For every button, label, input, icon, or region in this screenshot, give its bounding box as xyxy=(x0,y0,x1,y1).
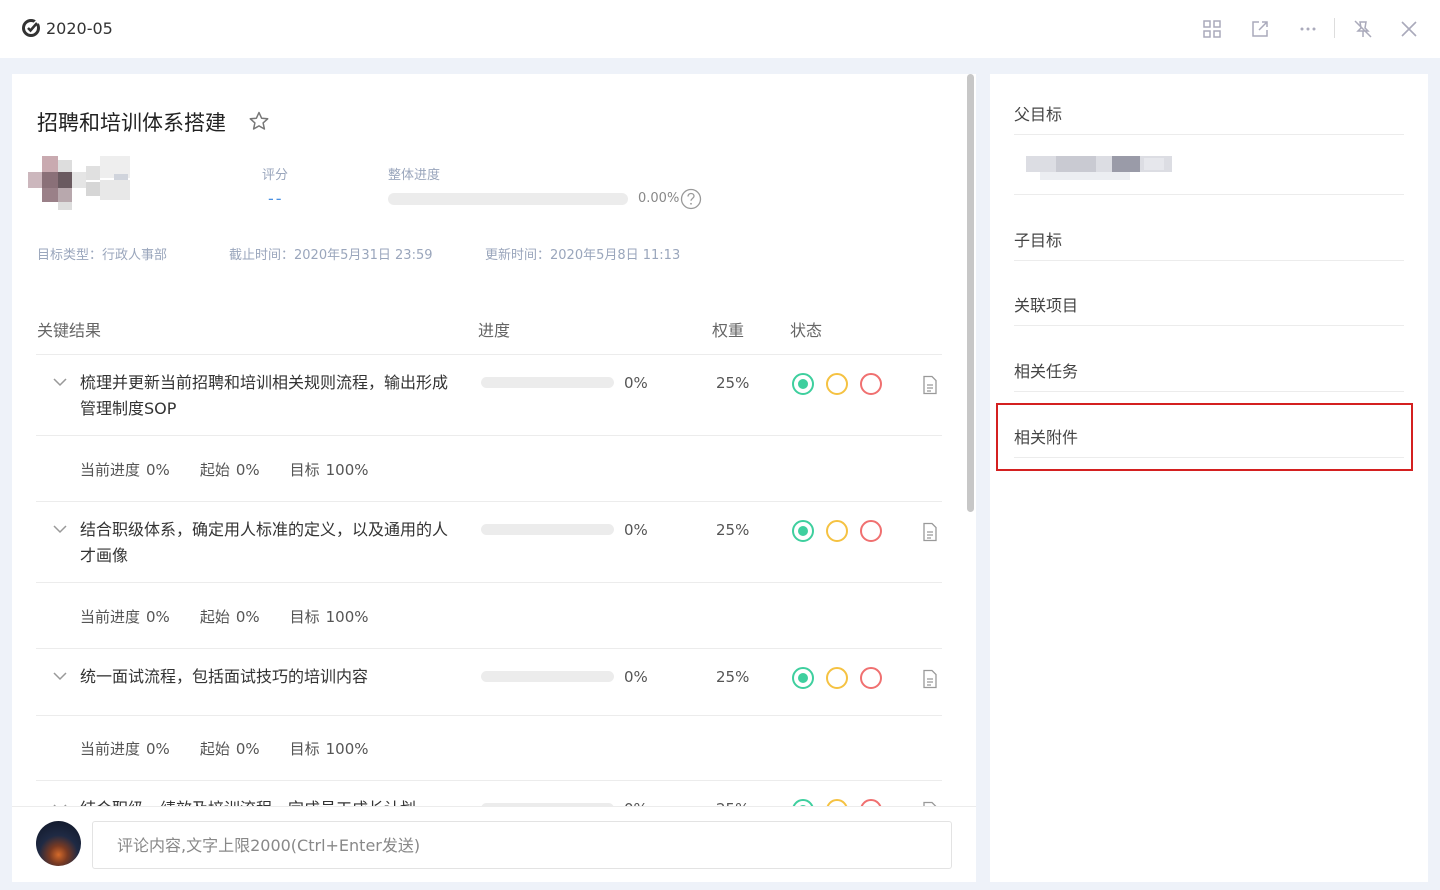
star-icon[interactable] xyxy=(248,110,270,132)
parent-goal-item[interactable] xyxy=(1026,156,1172,182)
current-progress-label: 当前进度 xyxy=(80,608,141,626)
linked-project-label[interactable]: 关联项目 xyxy=(1014,292,1078,316)
kr-header-weight: 权重 xyxy=(712,321,745,340)
help-icon[interactable] xyxy=(680,188,702,210)
divider xyxy=(36,582,942,583)
start-value: 0% xyxy=(235,740,260,758)
current-progress-value: 0% xyxy=(146,740,170,758)
divider xyxy=(1014,325,1404,326)
start-value: 0% xyxy=(235,608,260,626)
status-off-track-radio[interactable] xyxy=(860,667,882,689)
overall-progress-value: 0.00% xyxy=(638,191,680,206)
kr-weight: 25% xyxy=(716,374,750,392)
kr-detail-row: 当前进度 0% 起始 0% 目标 100% xyxy=(80,738,375,759)
divider xyxy=(1014,134,1404,135)
chevron-down-icon[interactable] xyxy=(51,667,69,685)
parent-goal-label[interactable]: 父目标 xyxy=(1014,101,1062,125)
titlebar-divider xyxy=(1334,18,1335,38)
open-external-icon[interactable] xyxy=(1248,17,1272,41)
kr-progress-bar xyxy=(481,671,614,682)
close-icon[interactable] xyxy=(1397,17,1421,41)
kr-header-title: 关键结果 xyxy=(37,321,102,340)
comment-input[interactable] xyxy=(92,821,952,869)
chevron-down-icon[interactable] xyxy=(51,520,69,538)
divider xyxy=(36,715,942,716)
status-at-risk-radio[interactable] xyxy=(826,373,848,395)
related-panel: 父目标 子目标 关联项目 相关任务 相关附件 xyxy=(990,74,1428,882)
goal-updated: 更新时间：2020年5月8日 11:13 xyxy=(485,248,681,263)
score-value: -- xyxy=(268,189,284,208)
kr-progress-bar xyxy=(481,377,614,388)
goal-type: 目标类型：行政人事部 xyxy=(37,248,168,263)
current-progress-value: 0% xyxy=(146,608,170,626)
kr-progress-value: 0% xyxy=(624,521,648,539)
kr-detail-row: 当前进度 0% 起始 0% 目标 100% xyxy=(80,606,375,627)
avatar xyxy=(36,821,81,866)
grid-icon[interactable] xyxy=(1200,17,1224,41)
kr-title[interactable]: 结合职级体系，确定用人标准的定义，以及通用的人才画像 xyxy=(80,517,450,569)
goal-detail-panel: 招聘和培训体系搭建 评分 -- 整体进度 0.00% 目标类型：行政人事部 截止… xyxy=(12,74,976,882)
goal-title: 招聘和培训体系搭建 xyxy=(37,111,226,135)
kr-row: 梳理并更新当前招聘和培训相关规则流程，输出形成管理制度SOP 0% 25% xyxy=(36,355,942,435)
status-on-track-radio[interactable] xyxy=(792,520,814,542)
document-icon[interactable] xyxy=(921,375,939,395)
target-label: 目标 xyxy=(289,608,320,626)
status-at-risk-radio[interactable] xyxy=(826,520,848,542)
kr-detail-row: 当前进度 0% 起始 0% 目标 100% xyxy=(80,459,375,480)
kr-progress-bar xyxy=(481,524,614,535)
divider xyxy=(1014,391,1404,392)
kr-title[interactable]: 统一面试流程，包括面试技巧的培训内容 xyxy=(80,664,450,690)
owner-avatar xyxy=(28,156,144,212)
start-value: 0% xyxy=(235,461,260,479)
divider xyxy=(1014,260,1404,261)
kr-weight: 25% xyxy=(716,521,750,539)
current-progress-label: 当前进度 xyxy=(80,461,141,479)
kr-progress-value: 0% xyxy=(624,374,648,392)
status-on-track-radio[interactable] xyxy=(792,373,814,395)
kr-weight: 25% xyxy=(716,668,750,686)
target-label: 目标 xyxy=(289,461,320,479)
kr-header-status: 状态 xyxy=(790,321,823,340)
sub-goal-label[interactable]: 子目标 xyxy=(1014,227,1062,251)
document-icon[interactable] xyxy=(921,669,939,689)
status-at-risk-radio[interactable] xyxy=(826,667,848,689)
divider xyxy=(1014,194,1404,195)
kr-row: 结合职级体系，确定用人标准的定义，以及通用的人才画像 0% 25% xyxy=(36,502,942,582)
logo-icon xyxy=(22,19,40,37)
scrollbar[interactable] xyxy=(967,74,974,512)
start-label: 起始 xyxy=(199,608,230,626)
current-progress-label: 当前进度 xyxy=(80,740,141,758)
score-label: 评分 xyxy=(262,168,289,183)
kr-progress-value: 0% xyxy=(624,668,648,686)
document-icon[interactable] xyxy=(921,522,939,542)
highlight-box xyxy=(996,403,1413,471)
kr-header-progress: 进度 xyxy=(478,321,511,340)
status-off-track-radio[interactable] xyxy=(860,373,882,395)
more-icon[interactable] xyxy=(1296,17,1320,41)
target-value: 100% xyxy=(325,740,369,758)
goal-deadline: 截止时间：2020年5月31日 23:59 xyxy=(229,248,433,263)
window-title: 2020-05 xyxy=(46,19,113,38)
status-off-track-radio[interactable] xyxy=(860,520,882,542)
unpin-icon[interactable] xyxy=(1351,17,1375,41)
target-value: 100% xyxy=(325,461,369,479)
related-tasks-label[interactable]: 相关任务 xyxy=(1014,358,1078,382)
start-label: 起始 xyxy=(199,740,230,758)
current-progress-value: 0% xyxy=(146,461,170,479)
overall-progress-bar xyxy=(388,193,628,205)
target-label: 目标 xyxy=(289,740,320,758)
status-on-track-radio[interactable] xyxy=(792,667,814,689)
title-bar: 2020-05 xyxy=(0,0,1440,58)
kr-title[interactable]: 梳理并更新当前招聘和培训相关规则流程，输出形成管理制度SOP xyxy=(80,370,450,422)
overall-progress-label: 整体进度 xyxy=(388,168,441,183)
kr-row: 统一面试流程，包括面试技巧的培训内容 0% 25% xyxy=(36,649,942,715)
chevron-down-icon[interactable] xyxy=(51,373,69,391)
comment-bar xyxy=(12,806,976,882)
start-label: 起始 xyxy=(199,461,230,479)
divider xyxy=(36,435,942,436)
target-value: 100% xyxy=(325,608,369,626)
